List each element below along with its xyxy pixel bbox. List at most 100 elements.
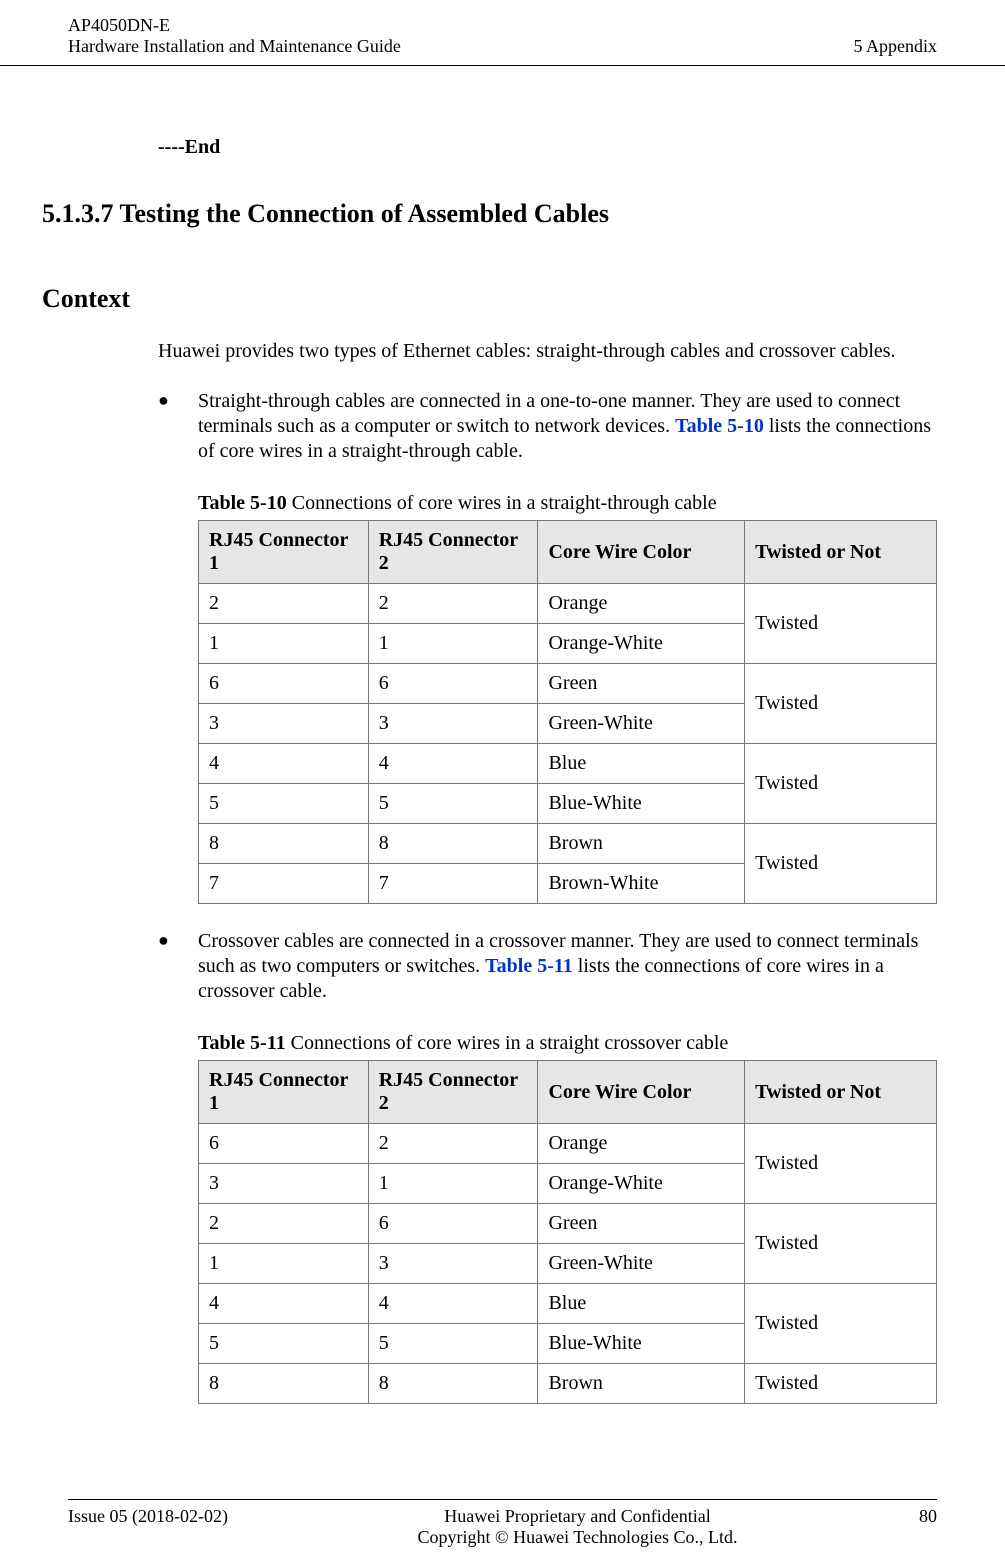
cell: 6 [368, 1204, 538, 1244]
intro-paragraph: Huawei provides two types of Ethernet ca… [158, 339, 937, 364]
cell: Orange-White [538, 624, 745, 664]
cell-twist: Twisted [745, 1364, 937, 1404]
cell: Orange [538, 584, 745, 624]
cell-twist: Twisted [745, 744, 937, 824]
table-row: 8 8 Brown Twisted [199, 824, 937, 864]
cell: 3 [368, 1244, 538, 1284]
end-marker: ----End [158, 136, 1005, 159]
page-header: AP4050DN-E Hardware Installation and Mai… [0, 0, 1005, 66]
table-row: 2 2 Orange Twisted [199, 584, 937, 624]
cell: 4 [199, 1284, 369, 1324]
table-row: 6 6 Green Twisted [199, 664, 937, 704]
footer-center: Huawei Proprietary and Confidential Copy… [268, 1506, 887, 1548]
xref-table-5-11[interactable]: Table 5-11 [485, 955, 573, 977]
table-row: 8 8 Brown Twisted [199, 1364, 937, 1404]
th-color: Core Wire Color [538, 1061, 745, 1124]
th-twisted: Twisted or Not [745, 1061, 937, 1124]
cell: Green [538, 1204, 745, 1244]
caption-num: Table 5-10 [198, 492, 287, 514]
cell: Brown-White [538, 864, 745, 904]
cell: Green-White [538, 1244, 745, 1284]
cell: Green [538, 664, 745, 704]
page-footer: Issue 05 (2018-02-02) Huawei Proprietary… [68, 1499, 937, 1548]
header-section: 5 Appendix [854, 36, 938, 57]
caption-text: Connections of core wires in a straight-… [287, 492, 717, 514]
table-header-row: RJ45 Connector 1 RJ45 Connector 2 Core W… [199, 1061, 937, 1124]
product-name: AP4050DN-E [68, 15, 401, 36]
table-row: 4 4 Blue Twisted [199, 744, 937, 784]
context-heading: Context [42, 284, 1005, 314]
cell: 4 [368, 1284, 538, 1324]
table-5-11: RJ45 Connector 1 RJ45 Connector 2 Core W… [198, 1060, 937, 1404]
cell: Blue-White [538, 1324, 745, 1364]
cell: 1 [368, 624, 538, 664]
caption-num: Table 5-11 [198, 1032, 286, 1054]
table-row: 2 6 Green Twisted [199, 1204, 937, 1244]
xref-table-5-10[interactable]: Table 5-10 [675, 415, 764, 437]
table-5-11-caption: Table 5-11 Connections of core wires in … [198, 1032, 937, 1055]
cell-twist: Twisted [745, 1124, 937, 1204]
cell: 3 [368, 704, 538, 744]
th-conn2: RJ45 Connector 2 [368, 521, 538, 584]
footer-line1: Huawei Proprietary and Confidential [268, 1506, 887, 1527]
cell: 6 [199, 1124, 369, 1164]
cell: 8 [368, 824, 538, 864]
cell: 2 [199, 584, 369, 624]
footer-issue: Issue 05 (2018-02-02) [68, 1506, 268, 1527]
bullet-crossover: Crossover cables are connected in a cros… [158, 929, 937, 1404]
cell: 1 [368, 1164, 538, 1204]
cell: Blue [538, 744, 745, 784]
cell: 3 [199, 704, 369, 744]
cell: 2 [368, 584, 538, 624]
table-row: 4 4 Blue Twisted [199, 1284, 937, 1324]
cell: 4 [368, 744, 538, 784]
cell: Green-White [538, 704, 745, 744]
cell: 6 [199, 664, 369, 704]
bullet-text: Straight-through cables are connected in… [198, 390, 931, 462]
cell: 8 [199, 1364, 369, 1404]
cell: 3 [199, 1164, 369, 1204]
cell: 1 [199, 1244, 369, 1284]
cell: 5 [199, 1324, 369, 1364]
cell: Orange-White [538, 1164, 745, 1204]
cell: 5 [199, 784, 369, 824]
th-twisted: Twisted or Not [745, 521, 937, 584]
table-5-10-caption: Table 5-10 Connections of core wires in … [198, 492, 937, 515]
footer-line2: Copyright © Huawei Technologies Co., Ltd… [268, 1527, 887, 1548]
cell: 5 [368, 784, 538, 824]
cell: 2 [199, 1204, 369, 1244]
header-left: AP4050DN-E Hardware Installation and Mai… [68, 15, 401, 57]
cell: 6 [368, 664, 538, 704]
cell: 8 [368, 1364, 538, 1404]
cell-twist: Twisted [745, 1204, 937, 1284]
cell: 5 [368, 1324, 538, 1364]
bullet-straight-through: Straight-through cables are connected in… [158, 389, 937, 904]
cell-twist: Twisted [745, 1284, 937, 1364]
bullet-text: Crossover cables are connected in a cros… [198, 930, 918, 1002]
cell: Brown [538, 1364, 745, 1404]
cell: 7 [368, 864, 538, 904]
cell: 2 [368, 1124, 538, 1164]
footer-page-number: 80 [887, 1506, 937, 1527]
table-header-row: RJ45 Connector 1 RJ45 Connector 2 Core W… [199, 521, 937, 584]
cell: Orange [538, 1124, 745, 1164]
cell-twist: Twisted [745, 824, 937, 904]
caption-text: Connections of core wires in a straight … [286, 1032, 729, 1054]
cell: Blue [538, 1284, 745, 1324]
cell: Blue-White [538, 784, 745, 824]
th-conn2: RJ45 Connector 2 [368, 1061, 538, 1124]
cell: 1 [199, 624, 369, 664]
section-heading: 5.1.3.7 Testing the Connection of Assemb… [42, 199, 1005, 229]
th-conn1: RJ45 Connector 1 [199, 1061, 369, 1124]
cell: 8 [199, 824, 369, 864]
cell: Brown [538, 824, 745, 864]
cell-twist: Twisted [745, 664, 937, 744]
th-conn1: RJ45 Connector 1 [199, 521, 369, 584]
cell-twist: Twisted [745, 584, 937, 664]
table-row: 6 2 Orange Twisted [199, 1124, 937, 1164]
table-5-10: RJ45 Connector 1 RJ45 Connector 2 Core W… [198, 520, 937, 904]
doc-title: Hardware Installation and Maintenance Gu… [68, 36, 401, 57]
cell: 7 [199, 864, 369, 904]
cell: 4 [199, 744, 369, 784]
th-color: Core Wire Color [538, 521, 745, 584]
